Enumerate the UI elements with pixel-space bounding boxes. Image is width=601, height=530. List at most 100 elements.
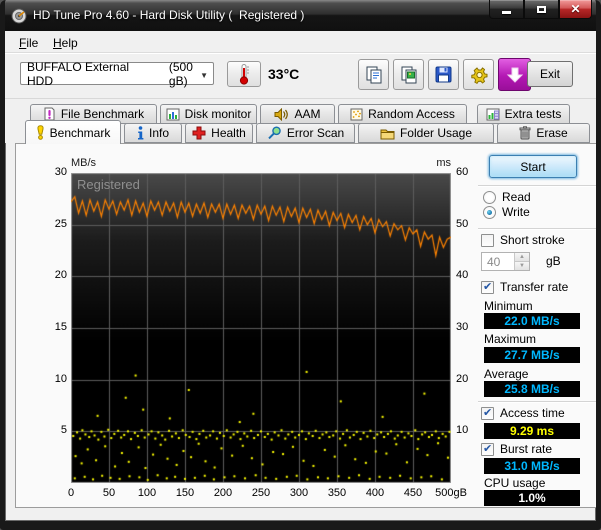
cpu-usage-value: 1.0% xyxy=(484,490,580,506)
maximize-button[interactable] xyxy=(524,0,559,19)
benchmark-icon xyxy=(37,125,44,140)
left-axis-tick-label: 10 xyxy=(54,372,67,385)
short-stroke-checkbox[interactable] xyxy=(481,234,494,247)
tab-label: Error Scan xyxy=(286,126,345,140)
spinner-up-icon[interactable]: ▲ xyxy=(515,253,529,262)
random-access-icon xyxy=(350,108,363,120)
exit-button[interactable]: Exit xyxy=(527,61,573,87)
average-label: Average xyxy=(484,367,529,381)
save-button[interactable] xyxy=(428,59,459,90)
options-gears-icon xyxy=(470,66,487,84)
tab-health[interactable]: Health xyxy=(185,123,253,143)
short-stroke-unit-label: gB xyxy=(546,254,561,268)
separator xyxy=(478,401,596,403)
short-stroke-size-spinner[interactable]: 40 ▲ ▼ xyxy=(481,252,530,271)
right-axis-tick-label: 40 xyxy=(456,269,469,282)
menu-help[interactable]: Help xyxy=(47,34,84,52)
menu-file[interactable]: File xyxy=(13,34,44,52)
short-stroke-size-value: 40 xyxy=(487,255,501,269)
minimum-value: 22.0 MB/s xyxy=(484,313,580,329)
left-axis-tick-label: 15 xyxy=(54,321,67,333)
tab-label: Erase xyxy=(536,126,568,140)
tab-extra-tests[interactable]: Extra tests xyxy=(477,104,570,124)
exit-label: Exit xyxy=(539,67,560,81)
minimum-label: Minimum xyxy=(484,299,533,313)
right-axis-tick-label: 10 xyxy=(456,424,469,437)
chevron-down-icon: ▼ xyxy=(200,71,208,80)
tab-label: Disk monitor xyxy=(184,107,252,121)
download-arrow-icon xyxy=(506,67,523,83)
tab-strip: File Benchmark Disk monitor AAM Random A… xyxy=(5,99,596,144)
tab-aam[interactable]: AAM xyxy=(260,104,335,124)
toolbar: BUFFALO External HDD (500 gB) ▼ 33°C Exi… xyxy=(5,54,596,99)
copy-icon xyxy=(366,66,381,83)
window-title: HD Tune Pro 4.60 - Hard Disk Utility ( R… xyxy=(33,8,305,22)
close-button[interactable]: ✕ xyxy=(559,0,592,19)
aam-icon xyxy=(274,107,289,121)
write-label: Write xyxy=(502,205,530,219)
right-axis-tick-label: 60 xyxy=(456,166,469,178)
health-icon xyxy=(192,126,206,140)
cpu-usage-label: CPU usage xyxy=(484,476,546,490)
tab-erase[interactable]: Erase xyxy=(497,123,590,143)
save-icon xyxy=(435,66,452,83)
tab-label: AAM xyxy=(294,107,321,121)
thermometer-icon xyxy=(239,64,249,85)
minimize-icon xyxy=(502,10,511,14)
app-window: HD Tune Pro 4.60 - Hard Disk Utility ( R… xyxy=(0,0,601,530)
options-button[interactable] xyxy=(463,59,494,90)
tab-error-scan[interactable]: Error Scan xyxy=(256,123,355,143)
minimize-button[interactable] xyxy=(489,0,524,19)
temperature-button[interactable] xyxy=(227,61,261,87)
copy-image-button[interactable] xyxy=(393,59,424,90)
registered-watermark: Registered xyxy=(77,177,140,192)
benchmark-page: MB/s ms Registered 30 25 20 15 10 5 60 50 40 30 20… xyxy=(15,143,596,508)
benchmark-chart xyxy=(71,173,451,483)
folder-usage-icon xyxy=(380,129,395,139)
separator xyxy=(478,228,596,230)
right-axis-tick-label: 20 xyxy=(456,372,469,385)
tab-label: Info xyxy=(148,126,169,140)
menu-bar: File Help xyxy=(5,31,596,53)
left-axis-unit: MB/s xyxy=(71,157,97,169)
access-time-checkbox[interactable] xyxy=(481,406,494,420)
erase-icon xyxy=(519,126,531,140)
access-time-value: 9.29 ms xyxy=(484,423,580,439)
x-axis-tick-label: 500gB xyxy=(435,487,467,499)
tab-info[interactable]: Info xyxy=(124,123,182,143)
start-label: Start xyxy=(520,159,546,174)
write-radio[interactable] xyxy=(483,206,496,219)
extra-tests-icon xyxy=(486,108,500,120)
copy-image-icon xyxy=(401,66,416,83)
burst-rate-value: 31.0 MB/s xyxy=(484,458,580,474)
info-icon xyxy=(137,126,144,140)
tab-random-access[interactable]: Random Access xyxy=(338,104,467,124)
title-bar[interactable]: HD Tune Pro 4.60 - Hard Disk Utility ( R… xyxy=(5,0,596,31)
access-time-label: Access time xyxy=(500,406,565,420)
left-axis-tick-label: 20 xyxy=(54,269,67,282)
tab-folder-usage[interactable]: Folder Usage xyxy=(358,123,494,143)
read-label: Read xyxy=(502,190,531,204)
drive-name: BUFFALO External HDD xyxy=(27,59,130,88)
start-button[interactable]: Start xyxy=(489,155,577,178)
short-stroke-label: Short stroke xyxy=(500,233,565,247)
separator xyxy=(478,185,596,187)
right-axis-tick-label: 30 xyxy=(456,321,469,333)
drive-selector[interactable]: BUFFALO External HDD (500 gB) ▼ xyxy=(20,59,214,88)
disk-monitor-icon xyxy=(166,108,180,120)
average-value: 25.8 MB/s xyxy=(484,381,580,397)
tab-benchmark[interactable]: Benchmark xyxy=(25,120,121,144)
spinner-down-icon[interactable]: ▼ xyxy=(515,262,529,270)
tab-disk-monitor[interactable]: Disk monitor xyxy=(160,104,257,124)
app-icon xyxy=(11,8,27,24)
transfer-rate-label: Transfer rate xyxy=(500,280,569,294)
read-radio[interactable] xyxy=(483,191,496,204)
left-axis-tick-label: 5 xyxy=(60,424,67,437)
tab-label: Folder Usage xyxy=(399,126,473,140)
copy-text-button[interactable] xyxy=(358,59,389,90)
transfer-rate-checkbox[interactable] xyxy=(481,280,494,294)
burst-rate-checkbox[interactable] xyxy=(481,442,494,456)
tab-label: Benchmark xyxy=(49,125,111,140)
tab-label: File Benchmark xyxy=(60,107,145,121)
tab-label: Random Access xyxy=(368,107,455,121)
